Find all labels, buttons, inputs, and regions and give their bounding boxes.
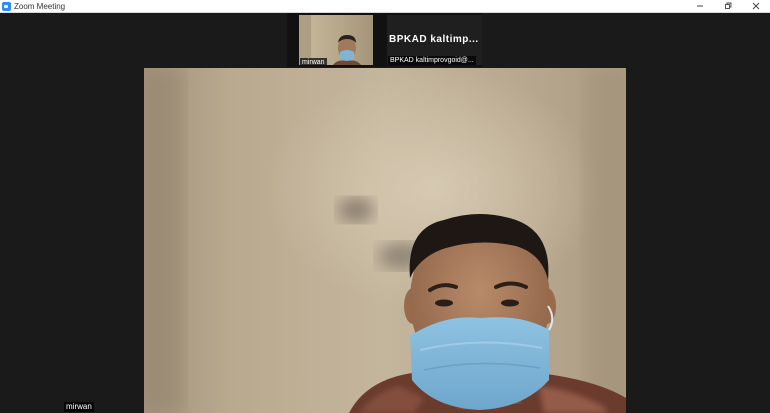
gallery-strip: mirwan BPKAD kaltimp... BPKAD kaltimprov… (287, 13, 482, 67)
participant-name-label: BPKAD kaltimprovgoid@... (388, 56, 476, 65)
active-speaker-name-label: mirwan (64, 402, 94, 412)
window-title: Zoom Meeting (14, 1, 66, 11)
minimize-icon (697, 5, 703, 7)
active-speaker-video[interactable] (144, 68, 626, 413)
close-icon (752, 2, 760, 10)
window-controls (686, 0, 770, 12)
minimize-button[interactable] (686, 0, 714, 12)
restore-button[interactable] (714, 0, 742, 12)
zoom-app-icon (2, 1, 11, 11)
active-speaker-video-feed (144, 68, 626, 413)
participant-name-label: mirwan (300, 58, 327, 65)
participant-display-name: BPKAD kaltimp... (389, 34, 479, 45)
close-button[interactable] (742, 0, 770, 12)
title-bar: Zoom Meeting (0, 0, 770, 13)
participant-tile-video[interactable]: mirwan (299, 15, 373, 65)
participant-tile-no-video[interactable]: BPKAD kaltimp... BPKAD kaltimprovgoid@..… (387, 15, 482, 65)
restore-icon (725, 2, 732, 9)
